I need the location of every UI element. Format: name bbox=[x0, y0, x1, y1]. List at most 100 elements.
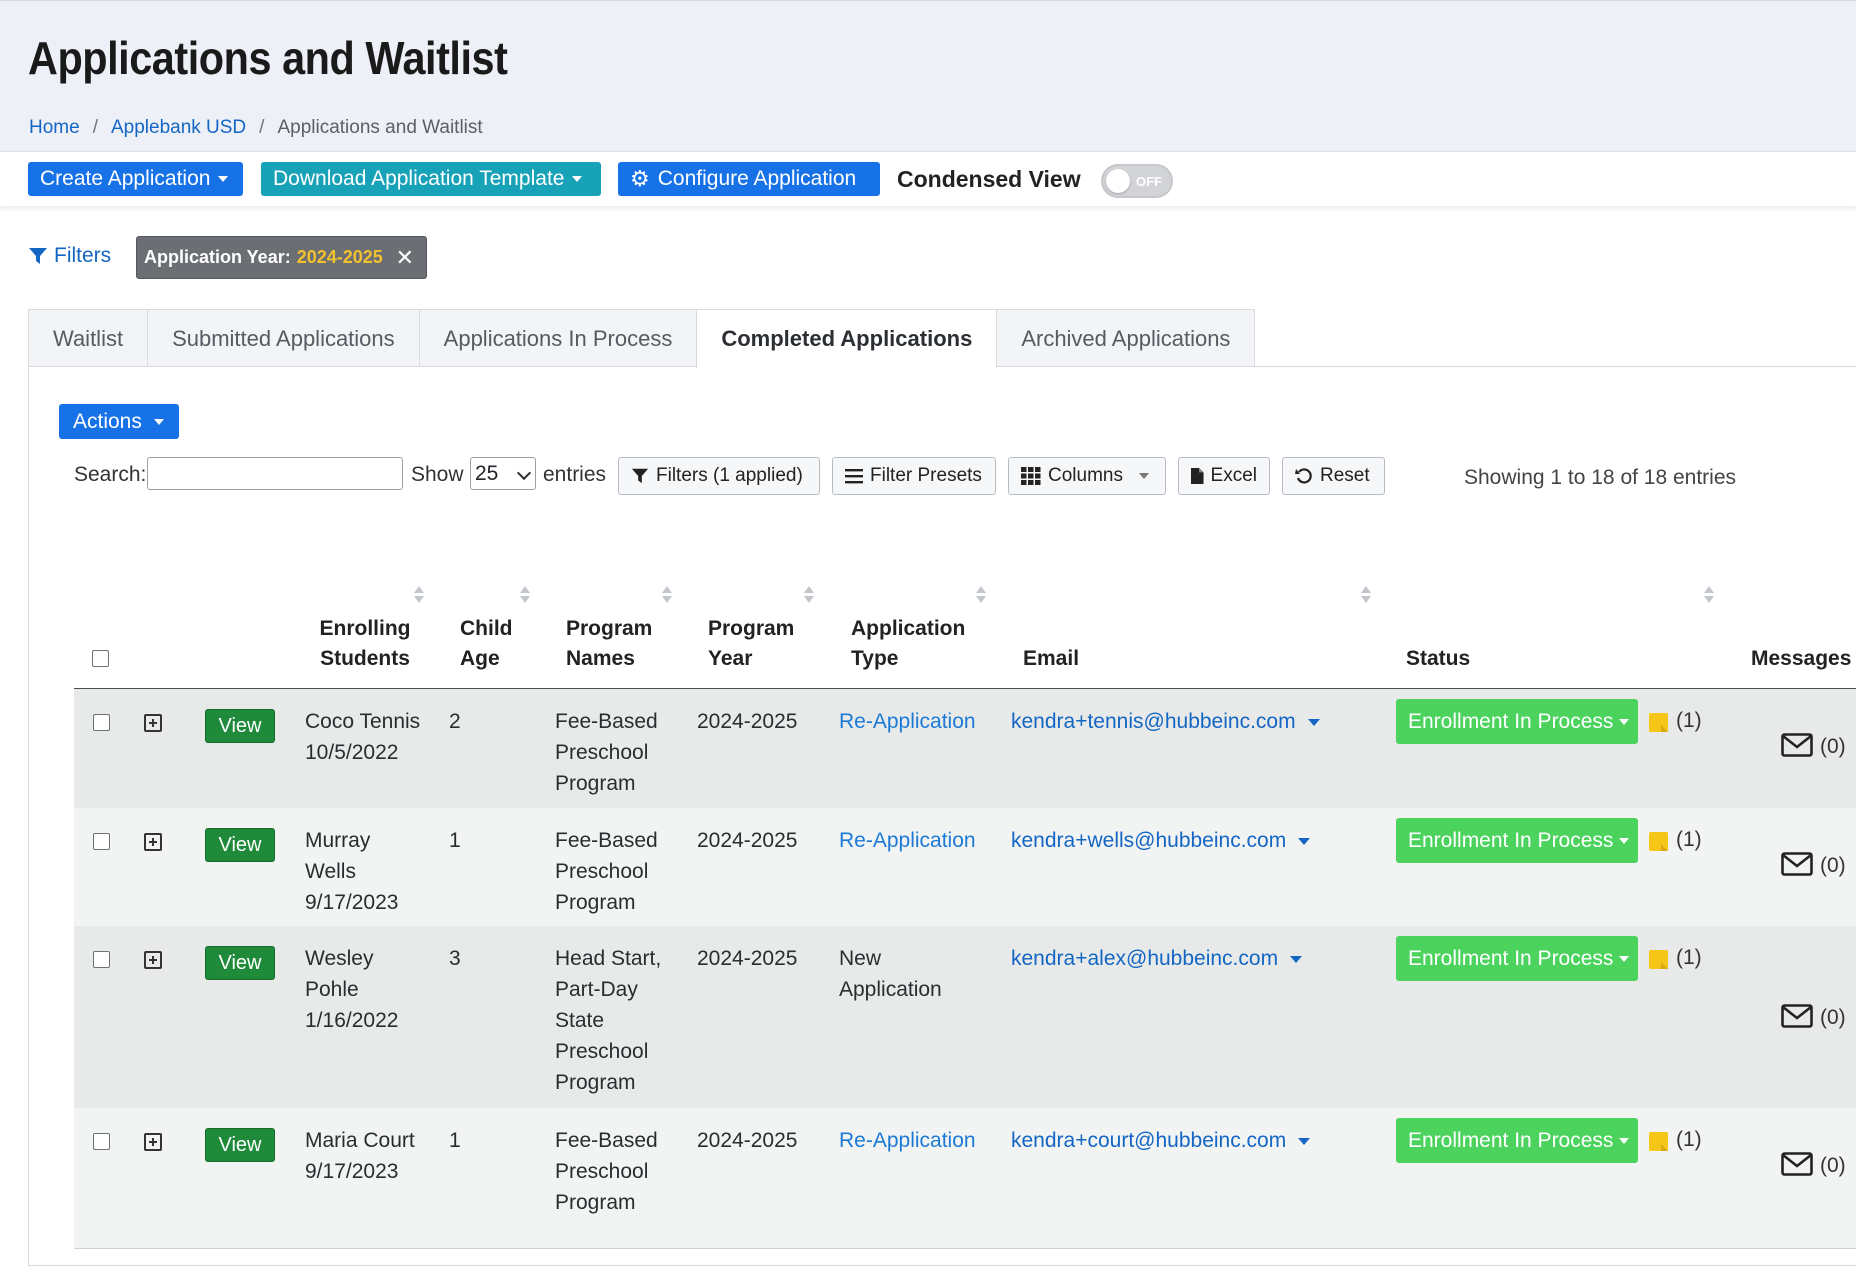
chevron-down-icon bbox=[218, 176, 229, 182]
breadcrumb-district[interactable]: Applebank USD bbox=[111, 117, 246, 138]
tab-submitted-applications[interactable]: Submitted Applications bbox=[147, 309, 420, 367]
tab-applications-in-process[interactable]: Applications In Process bbox=[418, 309, 698, 367]
envelope-icon[interactable] bbox=[1781, 1152, 1813, 1176]
filters-link[interactable]: Filters bbox=[28, 244, 111, 268]
columns-button[interactable]: Columns bbox=[1008, 457, 1166, 495]
chevron-down-icon bbox=[153, 418, 164, 425]
program-year: 2024-2025 bbox=[697, 947, 798, 970]
application-type[interactable]: Re-Application bbox=[839, 825, 976, 856]
chevron-down-icon bbox=[1307, 718, 1320, 726]
status-dropdown-button[interactable]: Enrollment In Process bbox=[1396, 818, 1638, 863]
condensed-view-toggle[interactable]: OFF bbox=[1101, 164, 1173, 198]
view-button[interactable]: View bbox=[205, 1128, 275, 1162]
application-type[interactable]: Re-Application bbox=[839, 1125, 976, 1156]
status-label: Enrollment In Process bbox=[1408, 828, 1614, 852]
header-program-year[interactable]: Program Year bbox=[708, 614, 794, 674]
email-dropdown[interactable]: kendra+wells@hubbeinc.com bbox=[1011, 825, 1311, 856]
child-age: 1 bbox=[449, 1129, 461, 1152]
reset-button[interactable]: Reset bbox=[1282, 457, 1385, 495]
table-row: View Wesley Pohle 1/16/2022 3 Head Start, Part… bbox=[74, 926, 1856, 1109]
chevron-down-icon bbox=[1298, 837, 1311, 845]
status-dropdown-button[interactable]: Enrollment In Process bbox=[1396, 936, 1638, 981]
status-dropdown-button[interactable]: Enrollment In Process bbox=[1396, 1118, 1638, 1163]
filters-link-label: Filters bbox=[54, 244, 112, 267]
expand-row-icon[interactable] bbox=[144, 1133, 162, 1151]
chevron-down-icon bbox=[1619, 718, 1630, 725]
notes-count: (1) bbox=[1676, 709, 1702, 732]
email-dropdown[interactable]: kendra+tennis@hubbeinc.com bbox=[1011, 706, 1320, 737]
excel-label: Excel bbox=[1210, 465, 1257, 486]
sticky-note-icon[interactable] bbox=[1649, 713, 1668, 732]
sticky-note-icon[interactable] bbox=[1649, 1132, 1668, 1151]
envelope-icon[interactable] bbox=[1781, 852, 1813, 876]
filter-presets-button[interactable]: Filter Presets bbox=[832, 457, 996, 495]
chevron-down-icon bbox=[1138, 473, 1149, 479]
search-input[interactable] bbox=[147, 457, 403, 490]
tab-archived-applications[interactable]: Archived Applications bbox=[996, 309, 1256, 367]
download-template-button[interactable]: Download Application Template bbox=[261, 162, 601, 196]
program-names: Fee-Based Preschool Program bbox=[555, 1129, 658, 1214]
search-label: Search: bbox=[74, 463, 147, 486]
filter-icon bbox=[631, 468, 649, 484]
header-email[interactable]: Email bbox=[1023, 644, 1079, 674]
excel-button[interactable]: Excel bbox=[1178, 457, 1270, 495]
view-button[interactable]: View bbox=[205, 709, 275, 743]
header-child-age[interactable]: Child Age bbox=[460, 614, 513, 674]
reset-label: Reset bbox=[1320, 465, 1370, 486]
envelope-icon[interactable] bbox=[1781, 733, 1813, 757]
email-dropdown[interactable]: kendra+court@hubbeinc.com bbox=[1011, 1125, 1311, 1156]
view-button[interactable]: View bbox=[205, 946, 275, 980]
breadcrumb-home[interactable]: Home bbox=[29, 117, 80, 138]
filter-chip-application-year: Application Year: 2024-2025 ✕ bbox=[136, 236, 427, 279]
page-title: Applications and Waitlist bbox=[28, 32, 508, 84]
student-name: Murray Wells 9/17/2023 bbox=[305, 829, 399, 914]
sticky-note-icon[interactable] bbox=[1649, 950, 1668, 969]
gear-icon: ⚙ bbox=[630, 166, 650, 191]
filter-chip-value: 2024-2025 bbox=[296, 247, 383, 267]
columns-label: Columns bbox=[1048, 465, 1123, 486]
row-checkbox[interactable] bbox=[93, 714, 110, 731]
chevron-down-icon bbox=[1290, 955, 1303, 963]
child-age: 3 bbox=[449, 947, 461, 970]
page-size-value: 25 bbox=[475, 461, 499, 485]
email-address: kendra+alex@hubbeinc.com bbox=[1011, 947, 1279, 970]
expand-row-icon[interactable] bbox=[144, 833, 162, 851]
filters-applied-label: Filters (1 applied) bbox=[656, 465, 803, 486]
select-all-checkbox[interactable] bbox=[92, 650, 109, 667]
application-type[interactable]: Re-Application bbox=[839, 706, 976, 737]
actions-label: Actions bbox=[73, 409, 142, 433]
sticky-note-icon[interactable] bbox=[1649, 832, 1668, 851]
tab-waitlist[interactable]: Waitlist bbox=[28, 309, 149, 367]
create-application-button[interactable]: Create Application bbox=[28, 162, 243, 196]
status-dropdown-button[interactable]: Enrollment In Process bbox=[1396, 699, 1638, 744]
header-status[interactable]: Status bbox=[1406, 644, 1470, 674]
configure-application-button[interactable]: ⚙ Configure Application bbox=[618, 162, 880, 196]
actions-button[interactable]: Actions bbox=[59, 404, 179, 439]
close-icon[interactable]: ✕ bbox=[396, 245, 414, 271]
table-row: View Murray Wells 9/17/2023 1 Fee-Based Presch… bbox=[74, 808, 1856, 927]
view-button[interactable]: View bbox=[205, 828, 275, 862]
tab-completed-applications[interactable]: Completed Applications bbox=[696, 309, 998, 368]
row-checkbox[interactable] bbox=[93, 833, 110, 850]
envelope-icon[interactable] bbox=[1781, 1004, 1813, 1028]
header-program-names[interactable]: Program Names bbox=[566, 614, 652, 674]
messages-count: (0) bbox=[1820, 1154, 1846, 1177]
toolbar: Create Application Download Application … bbox=[0, 151, 1856, 206]
chevron-down-icon bbox=[1298, 1137, 1311, 1145]
grid-icon bbox=[1021, 467, 1041, 485]
email-dropdown[interactable]: kendra+alex@hubbeinc.com bbox=[1011, 943, 1303, 974]
program-year: 2024-2025 bbox=[697, 1129, 798, 1152]
header-application-type[interactable]: Application Type bbox=[851, 614, 965, 674]
row-checkbox[interactable] bbox=[93, 951, 110, 968]
header-enrolling-students[interactable]: Enrolling Students bbox=[315, 614, 415, 674]
expand-row-icon[interactable] bbox=[144, 951, 162, 969]
header-messages[interactable]: Messages bbox=[1751, 644, 1851, 674]
row-checkbox[interactable] bbox=[93, 1133, 110, 1150]
create-application-label: Create Application bbox=[40, 167, 211, 190]
page-size-select[interactable]: 25 bbox=[470, 457, 536, 490]
table-info: Showing 1 to 18 of 18 entries bbox=[1464, 466, 1737, 489]
application-type: New Application bbox=[839, 947, 942, 1001]
breadcrumb: Home / Applebank USD / Applications and Wait… bbox=[29, 117, 483, 138]
expand-row-icon[interactable] bbox=[144, 714, 162, 732]
filters-applied-button[interactable]: Filters (1 applied) bbox=[618, 457, 820, 495]
